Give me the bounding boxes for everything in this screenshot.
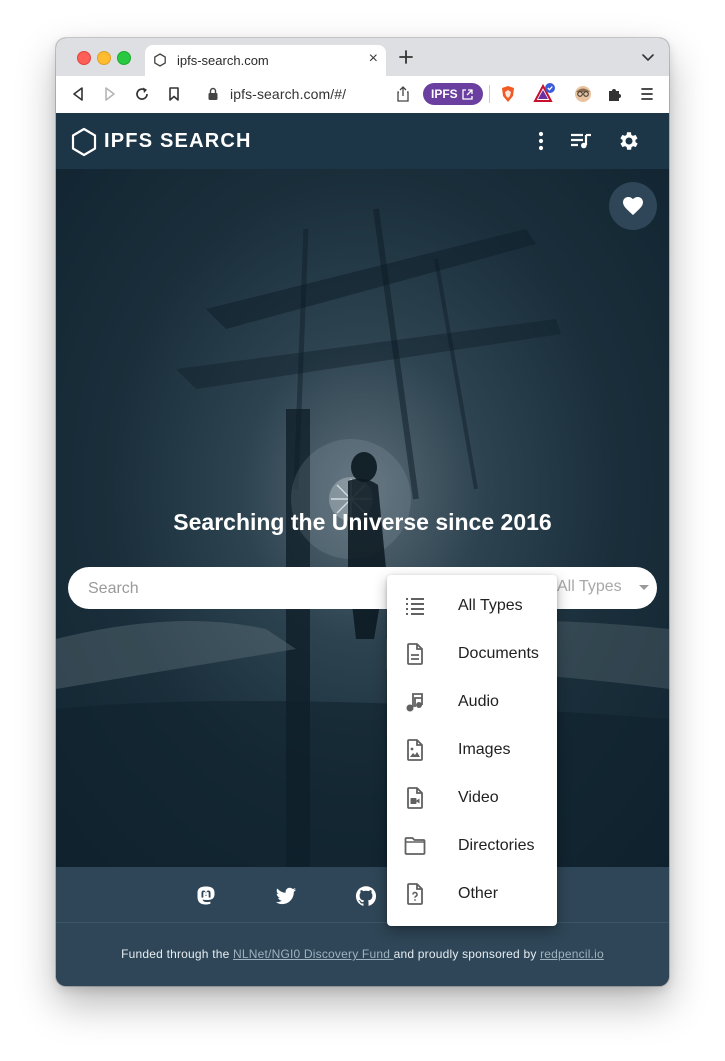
menu-item-audio[interactable]: Audio [387,678,557,726]
list-icon [406,598,424,615]
toolbar-separator [489,85,490,103]
brave-shield-icon[interactable] [499,85,517,103]
hero-tagline: Searching the Universe since 2016 [173,509,552,535]
address-bar[interactable]: ipfs-search.com/#/ [199,81,419,107]
extensions-puzzle-icon[interactable] [606,85,624,103]
menu-item-label: Images [458,741,511,758]
site-footer: Funded through the NLNet/NGI0 Discovery … [56,867,669,986]
twitter-icon[interactable] [275,885,297,907]
more-vertical-icon[interactable] [529,129,553,153]
minimize-window-button[interactable] [97,51,111,65]
folder-icon [404,837,426,855]
external-link-icon [462,89,473,100]
footer-middle: and proudly sponsored by [393,947,541,961]
browser-window: ipfs-search.com × ipfs-search.com/#/ IPF… [56,38,669,986]
menu-item-label: Documents [458,645,539,662]
favorite-button[interactable] [609,182,657,230]
nlnet-fund-link[interactable]: NLNet/NGI0 Discovery Fund [233,947,394,961]
gear-icon[interactable] [617,129,641,153]
url-text: ipfs-search.com/#/ [230,86,347,102]
github-icon[interactable] [355,885,377,907]
share-icon[interactable] [395,85,411,103]
back-icon[interactable] [69,85,87,103]
hexagon-icon [154,53,166,67]
lock-icon [208,87,218,100]
menu-item-documents[interactable]: Documents [387,630,557,678]
menu-item-label: Other [458,885,499,902]
menu-item-label: All Types [458,597,523,614]
tab-title: ipfs-search.com [177,53,269,68]
browser-tab[interactable]: ipfs-search.com × [145,45,386,76]
forward-icon[interactable] [101,85,119,103]
footer-credits: Funded through the NLNet/NGI0 Discovery … [56,947,669,961]
redpencil-link[interactable]: redpencil.io [540,947,604,961]
ipfs-badge-label: IPFS [431,87,458,101]
extension-avatar-icon[interactable] [573,84,593,104]
type-select[interactable]: All Types [557,578,622,596]
footer-prefix: Funded through the [121,947,234,961]
menu-item-label: Directories [458,837,535,854]
type-dropdown-menu: All Types Documents Audio Images Video D… [387,575,557,926]
chevron-down-icon[interactable] [642,53,654,63]
menu-item-directories[interactable]: Directories [387,822,557,870]
bookmark-icon[interactable] [165,85,183,103]
site-header: IPFS SEARCH [56,113,669,169]
site-logo-text[interactable]: IPFS SEARCH [104,130,252,153]
close-window-button[interactable] [77,51,91,65]
menu-item-label: Video [458,789,499,806]
ipfs-companion-badge[interactable]: IPFS [423,83,483,105]
menu-item-other[interactable]: Other [387,870,557,918]
mastodon-icon[interactable] [195,885,217,907]
menu-item-video[interactable]: Video [387,774,557,822]
hamburger-menu-icon[interactable] [638,85,656,103]
tab-strip: ipfs-search.com × [56,38,669,76]
rewards-triangle-icon[interactable] [533,83,555,105]
video-file-icon [407,787,423,809]
browser-toolbar: ipfs-search.com/#/ IPFS [56,76,669,114]
reload-icon[interactable] [133,85,151,103]
footer-divider [56,922,669,923]
document-icon [407,643,423,665]
music-note-icon [406,693,423,712]
hero-section: Searching the Universe since 2016 All Ty… [56,169,669,867]
caret-down-icon[interactable] [639,585,649,590]
menu-item-label: Audio [458,693,499,710]
close-tab-icon[interactable]: × [369,51,378,67]
heart-icon [623,197,643,215]
new-tab-icon[interactable] [397,48,415,66]
hexagon-logo-icon[interactable] [70,127,98,157]
menu-item-all-types[interactable]: All Types [387,582,557,630]
image-file-icon [407,739,423,761]
zoom-window-button[interactable] [117,51,131,65]
search-input[interactable] [86,567,390,611]
unknown-file-icon [407,883,423,905]
menu-item-images[interactable]: Images [387,726,557,774]
search-bar: All Types [68,567,657,611]
playlist-music-icon[interactable] [569,129,593,153]
